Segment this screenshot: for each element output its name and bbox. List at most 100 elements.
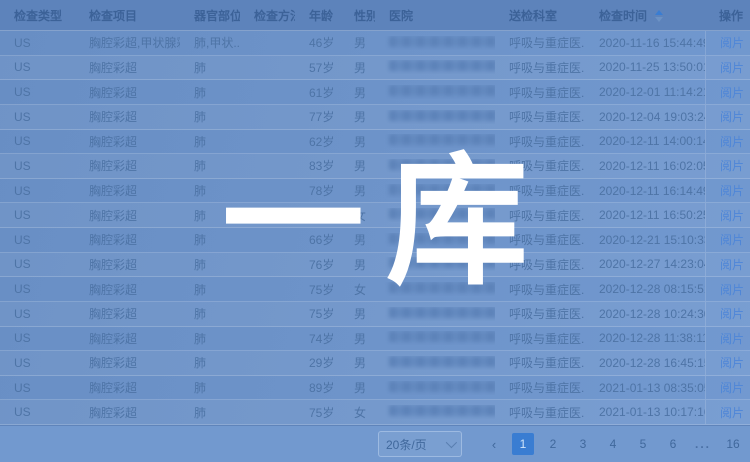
page-button[interactable]: 3: [572, 433, 594, 455]
header-exam-time[interactable]: 检查时间: [585, 7, 705, 24]
view-images-link[interactable]: 阅片: [720, 207, 744, 224]
cell-department: 呼吸与重症医...: [495, 354, 585, 371]
cell-hospital: [375, 356, 495, 370]
cell-gender: 男: [340, 108, 375, 125]
cell-exam-type: US: [0, 356, 75, 370]
cell-actions: 阅片: [705, 56, 750, 80]
view-images-link[interactable]: 阅片: [720, 330, 744, 347]
cell-organ: 肺,甲状...: [180, 34, 240, 51]
cell-organ: 肺: [180, 133, 240, 150]
table-row[interactable]: US 胸腔彩超 肺 29岁 男 呼吸与重症医... 2020-12-28 16:…: [0, 351, 750, 376]
cell-exam-type: US: [0, 159, 75, 173]
table-row[interactable]: US 胸腔彩超 肺 78岁 男 呼吸与重症医... 2020-12-11 16:…: [0, 179, 750, 204]
table-row[interactable]: US 胸腔彩超 肺 61岁 男 呼吸与重症医... 2020-12-01 11:…: [0, 80, 750, 105]
table-row[interactable]: US 胸腔彩超 肺 57岁 男 呼吸与重症医... 2020-11-25 13:…: [0, 56, 750, 81]
sort-icon[interactable]: [655, 10, 663, 22]
table-row[interactable]: US 胸腔彩超 肺 75岁 女 呼吸与重症医... 2021-01-13 10:…: [0, 400, 750, 425]
cell-hospital: [375, 36, 495, 50]
table-row[interactable]: US 胸腔彩超 肺 75岁 男 呼吸与重症医... 2020-12-28 10:…: [0, 302, 750, 327]
cell-exam-item: 胸腔彩超: [75, 84, 180, 101]
redacted-hospital-name: [389, 381, 495, 392]
header-actions: 操作: [705, 0, 750, 30]
cell-department: 呼吸与重症医...: [495, 59, 585, 76]
view-images-link[interactable]: 阅片: [720, 256, 744, 273]
table-row[interactable]: US 胸腔彩超 肺 74岁 男 呼吸与重症医... 2020-12-28 11:…: [0, 327, 750, 352]
cell-age: 29岁: [295, 354, 340, 371]
cell-organ: 肺: [180, 59, 240, 76]
cell-gender: 女: [340, 281, 375, 298]
cell-actions: 阅片: [705, 179, 750, 203]
table-row[interactable]: US 胸腔彩超 肺 83岁 男 呼吸与重症医... 2020-12-11 16:…: [0, 154, 750, 179]
table-row[interactable]: US 胸腔彩超 肺 76岁 男 呼吸与重症医... 2020-12-27 14:…: [0, 253, 750, 278]
cell-department: 呼吸与重症医...: [495, 231, 585, 248]
cell-gender: 男: [340, 84, 375, 101]
sort-desc-icon[interactable]: [655, 17, 663, 22]
cell-department: 呼吸与重症医...: [495, 256, 585, 273]
view-images-link[interactable]: 阅片: [720, 84, 744, 101]
page-button[interactable]: 2: [542, 433, 564, 455]
cell-gender: 男: [340, 379, 375, 396]
cell-age: 76岁: [295, 207, 340, 224]
cell-exam-type: US: [0, 381, 75, 395]
table-row[interactable]: US 胸腔彩超 肺 62岁 男 呼吸与重症医... 2020-12-11 14:…: [0, 130, 750, 155]
cell-exam-item: 胸腔彩超: [75, 354, 180, 371]
redacted-hospital-name: [389, 36, 495, 47]
header-hospital: 医院: [375, 7, 495, 24]
view-images-link[interactable]: 阅片: [720, 133, 744, 150]
view-images-link[interactable]: 阅片: [720, 281, 744, 298]
table-row[interactable]: US 胸腔彩超 肺 77岁 男 呼吸与重症医... 2020-12-04 19:…: [0, 105, 750, 130]
cell-gender: 男: [340, 305, 375, 322]
cell-age: 66岁: [295, 231, 340, 248]
cell-department: 呼吸与重症医...: [495, 157, 585, 174]
view-images-link[interactable]: 阅片: [720, 379, 744, 396]
cell-actions: 阅片: [705, 154, 750, 178]
cell-exam-time: 2020-12-11 16:14:49: [585, 184, 705, 198]
header-department: 送检科室: [495, 7, 585, 24]
cell-exam-type: US: [0, 85, 75, 99]
more-pages-icon[interactable]: ...: [692, 433, 714, 455]
table-body: US 胸腔彩超,甲状腺彩超 肺,甲状... 46岁 男 呼吸与重症医... 20…: [0, 31, 750, 425]
cell-exam-time: 2020-11-25 13:50:01: [585, 60, 705, 74]
header-organ: 器官部位: [180, 7, 240, 24]
table-row[interactable]: US 胸腔彩超 肺 76岁 女 呼吸与重症医... 2020-12-11 16:…: [0, 203, 750, 228]
page-button[interactable]: 4: [602, 433, 624, 455]
view-images-link[interactable]: 阅片: [720, 182, 744, 199]
view-images-link[interactable]: 阅片: [720, 157, 744, 174]
cell-gender: 男: [340, 133, 375, 150]
cell-actions: 阅片: [705, 376, 750, 400]
view-images-link[interactable]: 阅片: [720, 404, 744, 421]
table-row[interactable]: US 胸腔彩超 肺 89岁 男 呼吸与重症医... 2021-01-13 08:…: [0, 376, 750, 401]
view-images-link[interactable]: 阅片: [720, 354, 744, 371]
view-images-link[interactable]: 阅片: [720, 34, 744, 51]
redacted-hospital-name: [389, 208, 495, 219]
view-images-link[interactable]: 阅片: [720, 231, 744, 248]
cell-exam-item: 胸腔彩超: [75, 305, 180, 322]
prev-page-button[interactable]: ‹: [484, 433, 504, 455]
table-row[interactable]: US 胸腔彩超,甲状腺彩超 肺,甲状... 46岁 男 呼吸与重症医... 20…: [0, 31, 750, 56]
cell-age: 76岁: [295, 256, 340, 273]
cell-exam-item: 胸腔彩超: [75, 207, 180, 224]
cell-actions: 阅片: [705, 327, 750, 351]
table-row[interactable]: US 胸腔彩超 肺 66岁 男 呼吸与重症医... 2020-12-21 15:…: [0, 228, 750, 253]
page-button[interactable]: 6: [662, 433, 684, 455]
cell-department: 呼吸与重症医...: [495, 281, 585, 298]
view-images-link[interactable]: 阅片: [720, 108, 744, 125]
page-button[interactable]: 16: [722, 433, 744, 455]
cell-actions: 阅片: [705, 203, 750, 227]
page-button[interactable]: 1: [512, 433, 534, 455]
exam-table: 检查类型 检查项目 器官部位 检查方法 年龄 性别 医院 送检科室 检查时间 操…: [0, 0, 750, 425]
cell-hospital: [375, 159, 495, 173]
page-button[interactable]: 5: [632, 433, 654, 455]
cell-exam-type: US: [0, 110, 75, 124]
cell-exam-item: 胸腔彩超: [75, 231, 180, 248]
table-row[interactable]: US 胸腔彩超 肺 75岁 女 呼吸与重症医... 2020-12-28 08:…: [0, 277, 750, 302]
cell-gender: 男: [340, 59, 375, 76]
cell-actions: 阅片: [705, 228, 750, 252]
cell-gender: 男: [340, 157, 375, 174]
view-images-link[interactable]: 阅片: [720, 59, 744, 76]
cell-organ: 肺: [180, 354, 240, 371]
cell-organ: 肺: [180, 231, 240, 248]
view-images-link[interactable]: 阅片: [720, 305, 744, 322]
page-size-select[interactable]: 20条/页: [378, 431, 462, 457]
sort-asc-icon[interactable]: [655, 10, 663, 15]
